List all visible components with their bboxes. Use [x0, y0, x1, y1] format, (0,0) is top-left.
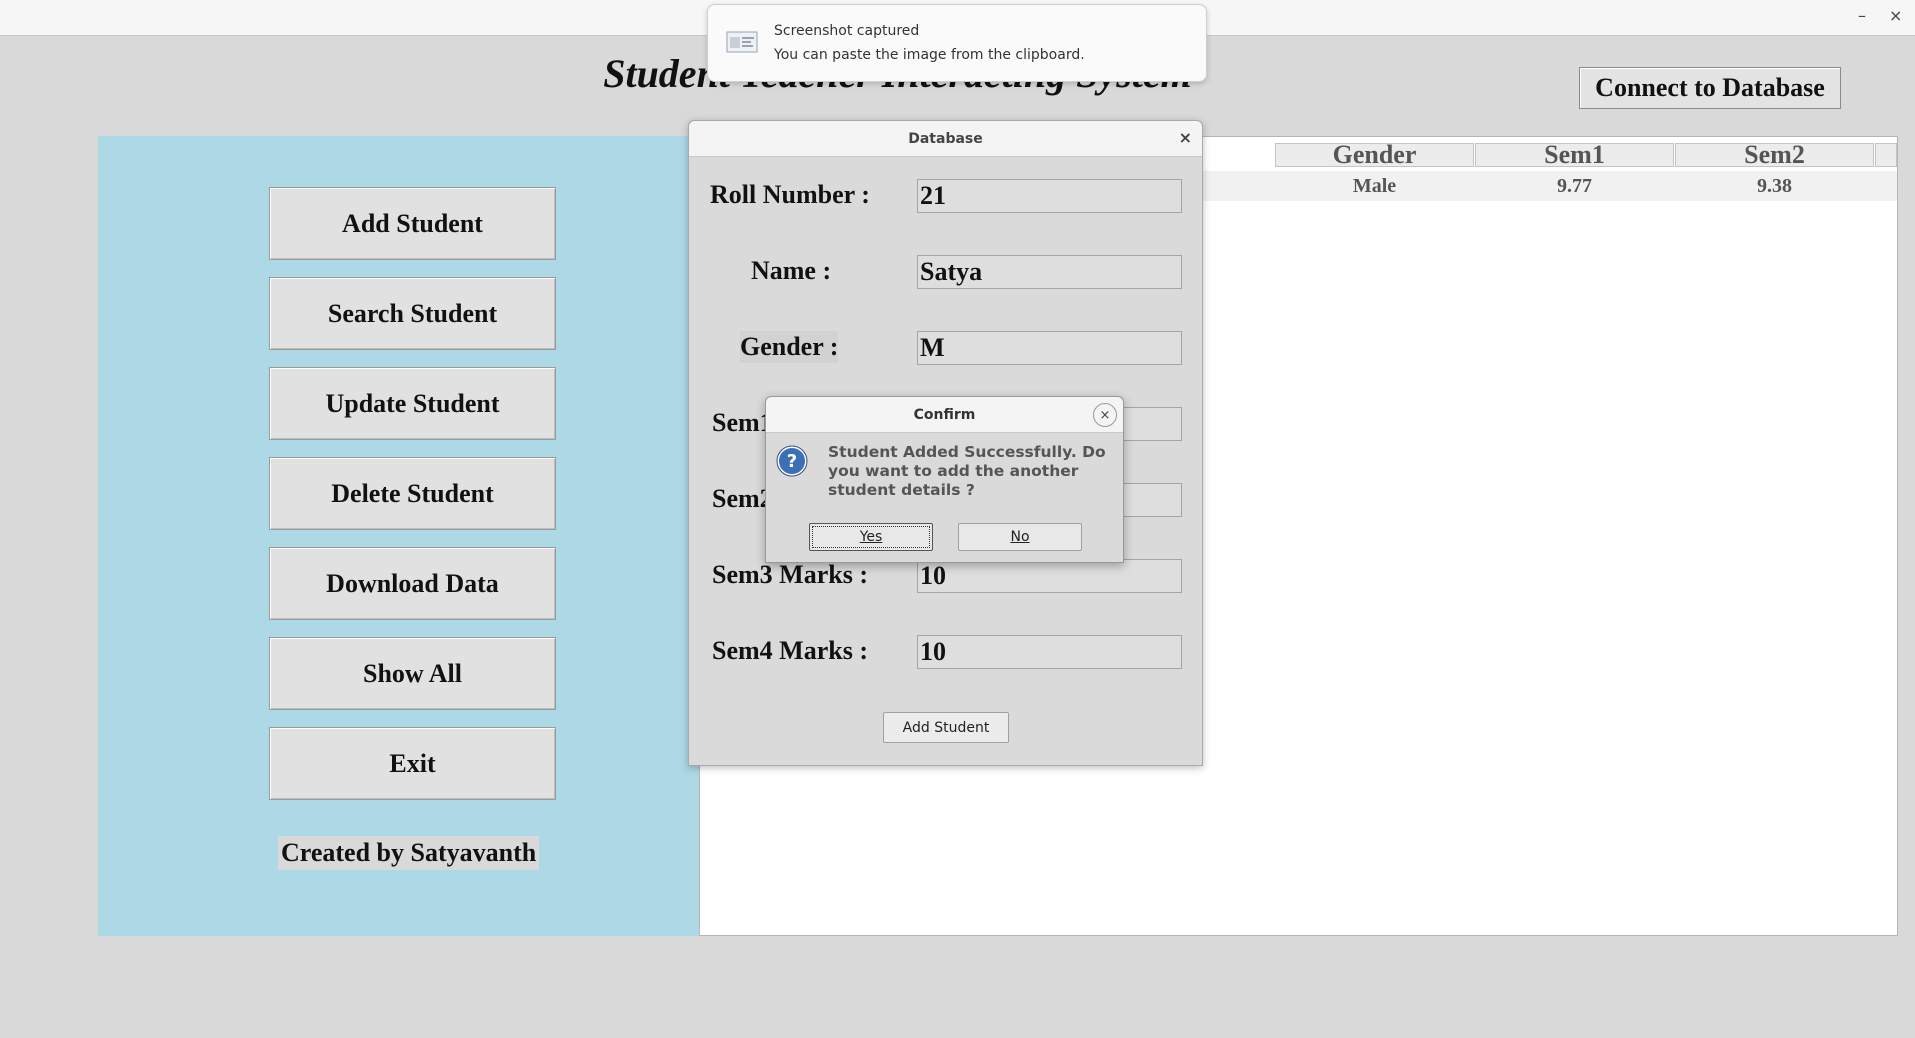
close-icon[interactable]: ×: [1889, 6, 1902, 25]
download-data-button[interactable]: Download Data: [269, 547, 556, 620]
table-cell-sem1: 9.77: [1557, 174, 1592, 197]
screenshot-notification[interactable]: Screenshot captured You can paste the im…: [707, 4, 1207, 82]
sem1-label: Sem1: [712, 408, 773, 437]
update-student-button[interactable]: Update Student: [269, 367, 556, 440]
yes-button[interactable]: Yes: [809, 523, 933, 551]
svg-text:?: ?: [787, 451, 797, 472]
search-student-button[interactable]: Search Student: [269, 277, 556, 350]
confirm-message: Student Added Successfully. Do you want …: [828, 443, 1106, 499]
roll-number-label: Roll Number :: [710, 180, 870, 209]
sem4-label: Sem4 Marks :: [712, 636, 868, 665]
name-input[interactable]: Satya: [917, 255, 1182, 289]
sem3-input[interactable]: 10: [917, 559, 1182, 593]
close-icon[interactable]: ×: [1093, 403, 1117, 427]
credit-label: Created by Satyavanth: [278, 836, 540, 870]
notification-body: You can paste the image from the clipboa…: [774, 47, 1085, 63]
sidebar-panel: Add Student Search Student Update Studen…: [98, 136, 699, 936]
no-button[interactable]: No: [958, 523, 1082, 551]
table-header-gender[interactable]: Gender: [1275, 140, 1474, 169]
database-dialog-titlebar: Database ×: [689, 121, 1202, 157]
confirm-dialog-titlebar: Confirm: [766, 397, 1123, 433]
connect-database-button[interactable]: Connect to Database: [1579, 67, 1841, 109]
add-student-submit-button[interactable]: Add Student: [883, 712, 1009, 743]
minimize-icon[interactable]: –: [1858, 6, 1866, 25]
close-icon[interactable]: ×: [1179, 128, 1192, 147]
confirm-dialog-title: Confirm: [913, 406, 976, 423]
add-student-button[interactable]: Add Student: [269, 187, 556, 260]
table-header-sem1[interactable]: Sem1: [1475, 140, 1674, 169]
database-dialog-title: Database: [908, 130, 983, 147]
sem3-label: Sem3 Marks :: [712, 560, 868, 589]
roll-number-input[interactable]: 21: [917, 179, 1182, 213]
gender-input[interactable]: M: [917, 331, 1182, 365]
delete-student-button[interactable]: Delete Student: [269, 457, 556, 530]
show-all-button[interactable]: Show All: [269, 637, 556, 710]
table-cell-gender: Male: [1352, 174, 1397, 197]
sem4-input[interactable]: 10: [917, 635, 1182, 669]
table-cell-sem2: 9.38: [1757, 174, 1792, 197]
table-header-extra[interactable]: [1875, 143, 1897, 167]
notification-title: Screenshot captured: [774, 23, 920, 39]
question-icon: ?: [776, 445, 808, 477]
name-label: Name :: [751, 256, 832, 285]
screenshot-icon: [726, 31, 758, 53]
gender-label: Gender :: [740, 331, 839, 363]
sem2-label: Sem2: [712, 484, 773, 513]
table-header-sem2[interactable]: Sem2: [1675, 140, 1874, 169]
confirm-dialog: Confirm × ? Student Added Successfully. …: [765, 396, 1124, 563]
exit-button[interactable]: Exit: [269, 727, 556, 800]
